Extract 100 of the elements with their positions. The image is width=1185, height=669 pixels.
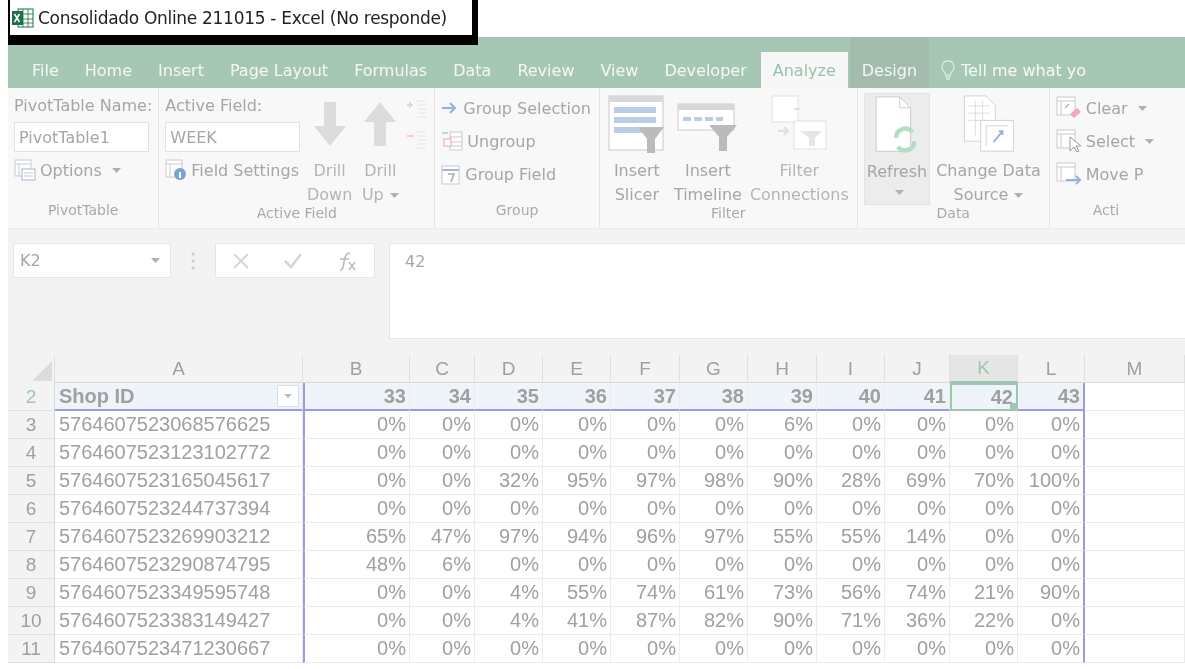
empty-cell[interactable] (1085, 411, 1185, 439)
column-header[interactable]: I (817, 355, 885, 383)
ribbon-tab[interactable]: Formulas (342, 52, 440, 88)
ribbon-tab[interactable]: Home (72, 52, 145, 88)
ribbon-tab[interactable]: Review (505, 52, 587, 88)
row-header[interactable]: 2 (8, 383, 55, 411)
ribbon-tab[interactable]: Developer (652, 52, 759, 88)
name-box[interactable]: K2 (13, 243, 171, 278)
table-cell: 0% (543, 439, 611, 467)
row-header[interactable]: 6 (8, 495, 55, 523)
row-header[interactable]: 11 (8, 635, 55, 663)
table-cell: 0% (748, 495, 817, 523)
column-header[interactable]: B (303, 355, 410, 383)
ribbon-tab[interactable]: Page Layout (217, 52, 341, 88)
ribbon-button[interactable]: Change Data Source (934, 93, 1043, 205)
table-cell[interactable]: 38 (680, 383, 748, 411)
table-cell: 32% (475, 467, 543, 495)
ribbon-tab[interactable]: File (20, 52, 71, 88)
ribbon-button[interactable]: Insert Slicer (605, 93, 668, 205)
ribbon-button[interactable]: Clear (1055, 93, 1157, 123)
ribbon-button[interactable]: Select (1055, 126, 1157, 156)
ribbon-button[interactable]: Refresh (863, 93, 931, 205)
group-label: PivotTable (46, 202, 120, 220)
ribbon-tab[interactable]: Analyze (760, 52, 848, 88)
table-cell[interactable]: 33 (303, 383, 410, 411)
empty-cell[interactable] (1085, 635, 1185, 663)
table-cell[interactable]: 42 (950, 383, 1018, 411)
empty-cell[interactable] (1085, 551, 1185, 579)
table-cell: 0% (817, 551, 885, 579)
table-cell[interactable]: 37 (611, 383, 680, 411)
row-header[interactable]: 3 (8, 411, 55, 439)
ribbon-tab[interactable]: Design (849, 37, 930, 88)
row-header[interactable]: 9 (8, 579, 55, 607)
table-cell: 5764607523471230667 (55, 635, 303, 663)
row-header[interactable]: 8 (8, 551, 55, 579)
table-cell: 0% (543, 551, 611, 579)
table-cell: 0% (410, 635, 475, 663)
table-cell: 0% (748, 635, 817, 663)
column-header[interactable]: E (543, 355, 611, 383)
table-cell[interactable]: 34 (410, 383, 475, 411)
empty-cell[interactable] (1085, 607, 1185, 635)
table-cell[interactable]: 41 (885, 383, 950, 411)
ribbon-button[interactable]: Options (14, 155, 153, 185)
column-header[interactable]: L (1018, 355, 1085, 383)
table-cell: 5764607523349595748 (55, 579, 303, 607)
empty-cell[interactable] (1085, 579, 1185, 607)
table-cell: 0% (950, 523, 1018, 551)
row-header[interactable]: 5 (8, 467, 55, 495)
row-header[interactable]: 7 (8, 523, 55, 551)
table-cell: 0% (303, 495, 410, 523)
table-cell[interactable]: 40 (817, 383, 885, 411)
empty-cell[interactable] (1085, 523, 1185, 551)
ribbon-button[interactable]: Ungroup (441, 126, 593, 156)
column-header[interactable]: H (748, 355, 817, 383)
table-cell[interactable]: Shop ID (55, 383, 303, 411)
column-header[interactable]: J (885, 355, 950, 383)
empty-cell[interactable] (1085, 467, 1185, 495)
column-header[interactable]: M (1085, 355, 1185, 383)
ribbon-tab[interactable]: Insert (146, 52, 216, 88)
ribbon-button[interactable]: Field Settings (165, 155, 301, 185)
table-cell: 0% (410, 607, 475, 635)
input-field[interactable]: PivotTable1 (14, 122, 149, 152)
table-cell: 4% (475, 607, 543, 635)
cursor-icon (1055, 129, 1082, 153)
table-cell[interactable]: 39 (748, 383, 817, 411)
table-cell[interactable]: 43 (1018, 383, 1085, 411)
tell-me-field[interactable]: Tell me what yo (961, 60, 1092, 80)
row-header[interactable]: 4 (8, 439, 55, 467)
lightbulb-icon (941, 60, 956, 80)
ribbon-tab[interactable]: View (588, 52, 651, 88)
ribbon-button[interactable]: Group Field (441, 159, 593, 189)
empty-cell[interactable] (1085, 439, 1185, 467)
table-cell: 0% (611, 411, 680, 439)
formula-field[interactable]: 42 (389, 243, 1185, 339)
table-cell[interactable]: 35 (475, 383, 543, 411)
column-header[interactable]: C (410, 355, 475, 383)
ribbon-button[interactable]: Move P (1055, 159, 1157, 189)
ribbon-tab[interactable]: Data (441, 52, 504, 88)
column-header[interactable]: A (55, 355, 303, 383)
column-header[interactable]: F (611, 355, 680, 383)
ribbon-button[interactable]: Insert Timeline (671, 93, 744, 205)
column-header[interactable]: D (475, 355, 543, 383)
table-cell: 0% (543, 495, 611, 523)
table-cell: 5764607523123102772 (55, 439, 303, 467)
field-label: Active Field: (165, 95, 264, 117)
table-cell: 74% (611, 579, 680, 607)
calendar-icon (441, 163, 462, 185)
table-cell: 0% (543, 411, 611, 439)
row-header[interactable]: 10 (8, 607, 55, 635)
table-cell[interactable]: 36 (543, 383, 611, 411)
column-header[interactable]: G (680, 355, 748, 383)
table-cell: 90% (748, 467, 817, 495)
empty-cell[interactable] (1085, 495, 1185, 523)
table-cell: 0% (885, 439, 950, 467)
table-cell: 0% (410, 495, 475, 523)
column-header[interactable]: K (950, 355, 1018, 383)
table-cell: 94% (543, 523, 611, 551)
ribbon-button[interactable]: Group Selection (441, 93, 593, 123)
input-field[interactable]: WEEK (165, 122, 301, 152)
table-cell: 90% (1018, 579, 1085, 607)
